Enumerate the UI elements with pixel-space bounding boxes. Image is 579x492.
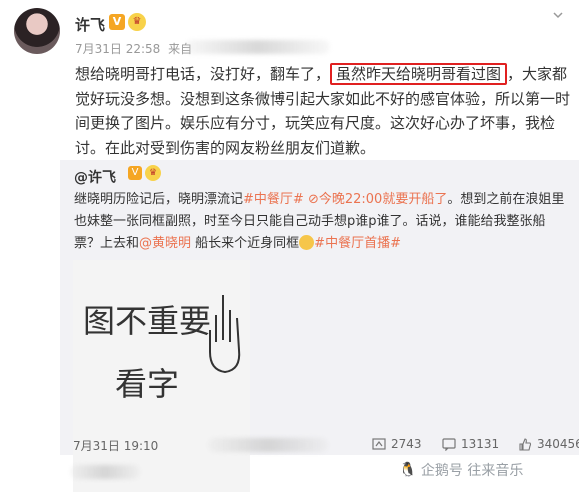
topic-link-label: 今晚22:00就要开船了 — [318, 192, 448, 207]
repost-card[interactable]: @许飞 V ♛ 继晓明历险记后，晓明漂流记#中餐厅# ⊘今晚22:00就要开船了… — [60, 160, 579, 492]
post-author-name[interactable]: 许飞 — [75, 14, 105, 35]
image-text-line1: 图不重要 — [83, 302, 211, 340]
member-crown-icon: ♛ — [128, 13, 146, 31]
comment-icon — [442, 437, 456, 451]
post-time[interactable]: 7月31日 22:58 — [75, 42, 160, 56]
repost-member-crown-icon: ♛ — [145, 165, 161, 181]
avatar[interactable] — [14, 8, 60, 54]
thinking-emoji-icon — [299, 235, 315, 250]
repost-text-part1: 继晓明历险记后，晓明漂流记 — [74, 192, 244, 207]
like-stat[interactable]: 340456 — [518, 437, 579, 451]
chevron-down-icon[interactable] — [553, 10, 563, 20]
play-icon: ⊘ — [307, 192, 319, 207]
comment-stat[interactable]: 13131 — [442, 437, 499, 451]
blurred-bottom — [70, 465, 140, 479]
repost-footer: 7月31日 19:10 2743 13131 340456 — [60, 437, 579, 457]
repost-count: 2743 — [391, 437, 422, 451]
image-text-line2: 看字 — [115, 365, 179, 403]
comment-count: 13131 — [461, 437, 500, 451]
post-body: 想给晓明哥打电话，没打好，翻车了， 虽然昨天给晓明哥看过图 ，大家都觉好玩没多想。没… — [75, 62, 575, 160]
blurred-source — [185, 40, 330, 54]
repost-image[interactable]: 图不重要 看字 — [73, 260, 250, 492]
repost-author-name[interactable]: @许飞 — [74, 167, 116, 187]
post-meta: 7月31日 22:58 来自 — [75, 40, 196, 57]
watermark: 🐧 企鹅号 往来音乐 — [399, 460, 523, 480]
watermark-text: 企鹅号 往来音乐 — [420, 463, 524, 479]
penguin-logo-icon: 🐧 — [399, 462, 417, 478]
thumbs-up-icon — [519, 437, 532, 451]
repost-text-part3: 船长来个近身同框 — [191, 236, 300, 251]
like-count: 340456 — [537, 437, 579, 451]
repost-verified-badge-icon: V — [128, 166, 142, 180]
repost-stat[interactable]: 2743 — [372, 437, 422, 451]
pointing-hand-icon — [209, 295, 241, 374]
hashtag-link[interactable]: #中餐厅# — [243, 192, 304, 207]
repost-text: 继晓明历险记后，晓明漂流记#中餐厅# ⊘今晚22:00就要开船了。想到之前在浪姐… — [74, 189, 569, 255]
share-icon — [372, 437, 386, 450]
highlighted-text: 虽然昨天给晓明哥看过图 — [330, 63, 508, 85]
mention-link[interactable]: @黄晓明 — [139, 236, 191, 251]
verified-badge-icon: V — [109, 14, 125, 30]
post-body-part1: 想给晓明哥打电话，没打好，翻车了， — [75, 65, 331, 83]
topic-link[interactable]: ⊘今晚22:00就要开船了 — [308, 192, 447, 207]
hashtag-link-2[interactable]: #中餐厅首播# — [314, 236, 401, 251]
repost-time[interactable]: 7月31日 19:10 — [73, 437, 158, 454]
